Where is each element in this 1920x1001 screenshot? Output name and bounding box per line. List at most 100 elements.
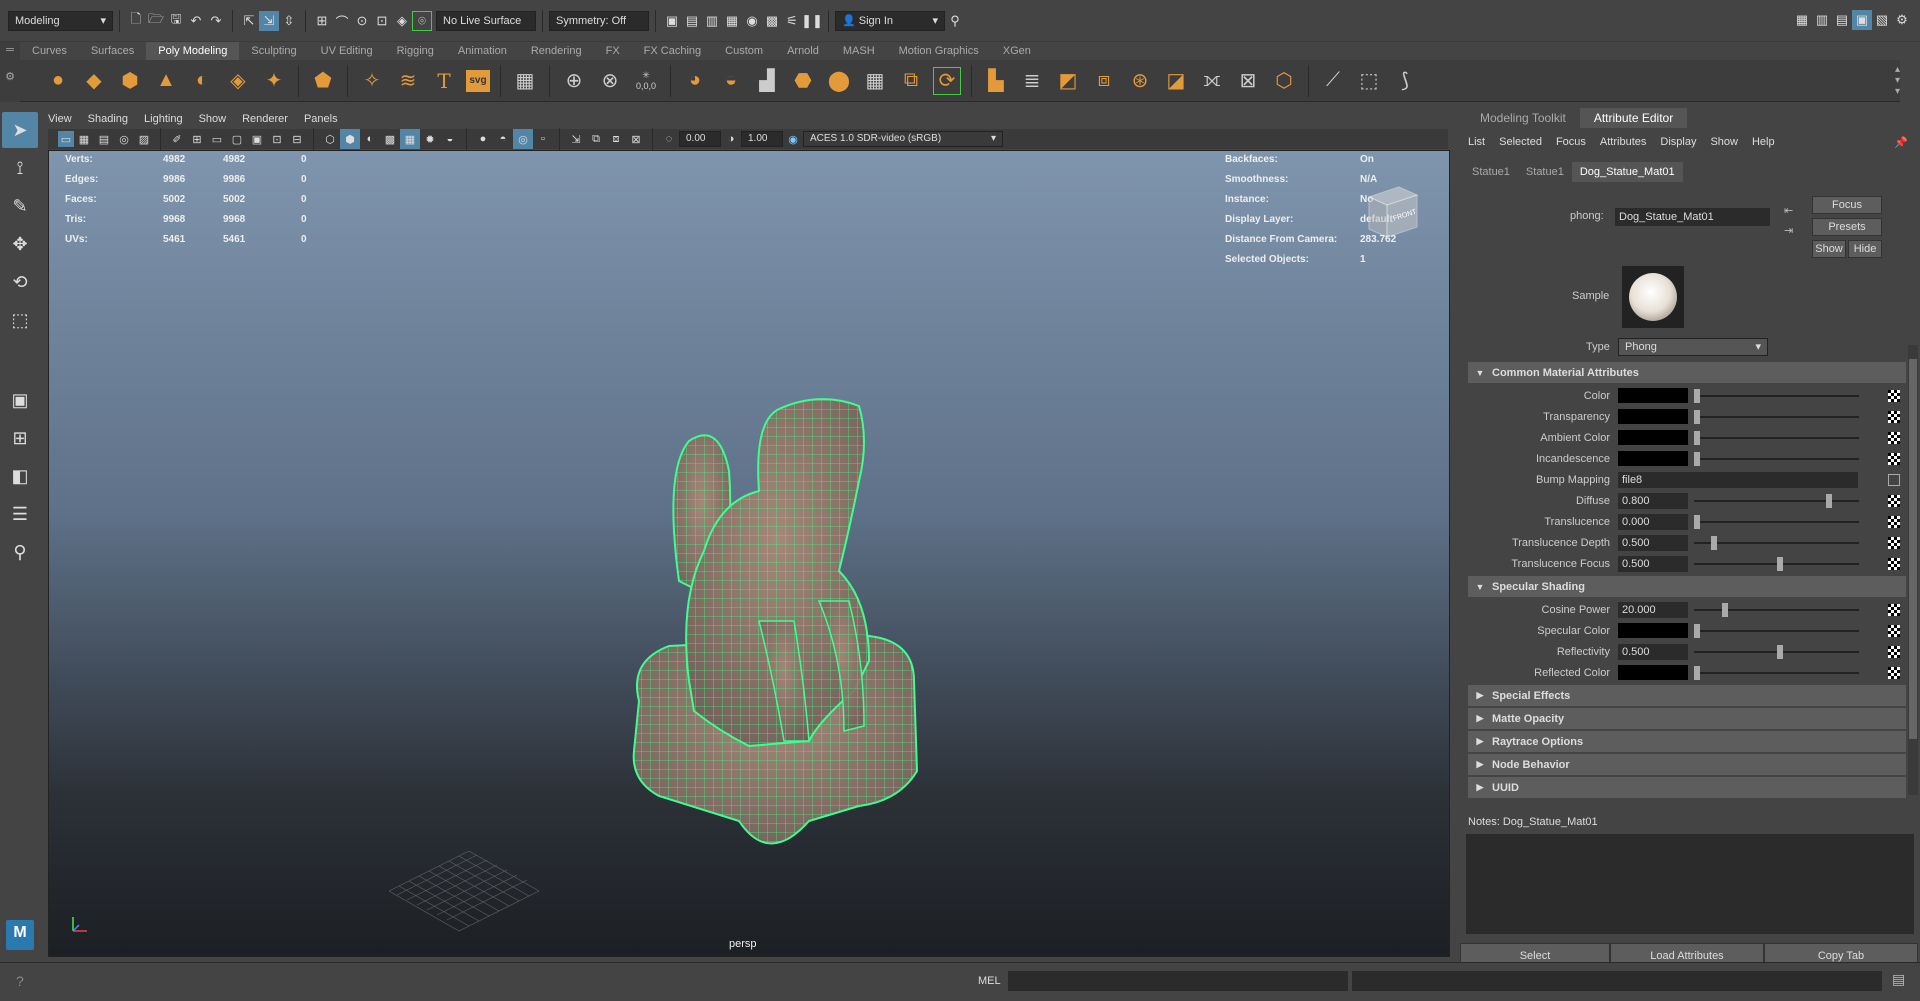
slider-handle[interactable] xyxy=(1694,451,1700,466)
isolate-select-icon[interactable]: ⇲ xyxy=(566,129,586,149)
shelf-tab-sculpting[interactable]: Sculpting xyxy=(239,42,308,60)
script-editor-icon[interactable]: ▤ xyxy=(1892,971,1905,988)
ipr-render-icon[interactable]: ▥ xyxy=(702,11,722,31)
color-swatch[interactable] xyxy=(1618,409,1688,424)
color-swatch[interactable] xyxy=(1618,430,1688,445)
ae-menu-focus[interactable]: Focus xyxy=(1556,136,1586,148)
view-cube[interactable]: FRONT xyxy=(1359,179,1419,239)
shelf-tab-animation[interactable]: Animation xyxy=(446,42,519,60)
extract-icon[interactable]: ▟ xyxy=(753,67,781,95)
attr-slider[interactable] xyxy=(1694,644,1859,659)
combine-icon[interactable]: ◕ xyxy=(681,67,709,95)
attr-slider[interactable] xyxy=(1694,430,1859,445)
node-tab-statue1-transform[interactable]: Statue1 xyxy=(1464,162,1518,182)
toggle-attribute-editor-icon[interactable]: ▣ xyxy=(1852,10,1872,30)
shadows-icon[interactable]: ◒ xyxy=(440,129,460,149)
grid-toggle-icon[interactable]: ⊞ xyxy=(187,129,207,149)
map-texture-icon[interactable] xyxy=(1888,603,1900,616)
attr-slider[interactable] xyxy=(1694,514,1859,529)
render-frame-icon[interactable]: ▤ xyxy=(682,11,702,31)
attr-value-field[interactable]: 20.000 xyxy=(1618,601,1688,618)
workspace-icon[interactable]: ▦ xyxy=(1792,10,1812,30)
connect-icon[interactable]: ⟆ xyxy=(1391,67,1419,95)
tab-modeling-toolkit[interactable]: Modeling Toolkit xyxy=(1466,108,1580,128)
map-texture-icon[interactable] xyxy=(1888,666,1900,679)
ae-menu-show[interactable]: Show xyxy=(1710,136,1738,148)
poly-cone-icon[interactable]: ▲ xyxy=(152,67,180,95)
paint-select-icon[interactable]: ✎ xyxy=(2,188,38,224)
map-texture-icon[interactable] xyxy=(1888,494,1900,507)
xray-components-icon[interactable]: ⊠ xyxy=(626,129,646,149)
separate-icon[interactable]: ◒ xyxy=(717,67,745,95)
platonic-solid-icon[interactable]: ⬟ xyxy=(309,67,337,95)
poly-type-icon[interactable]: T xyxy=(430,67,458,95)
xray-icon[interactable]: ⧉ xyxy=(586,129,606,149)
slider-handle[interactable] xyxy=(1710,535,1717,550)
attr-slider[interactable] xyxy=(1694,535,1859,550)
shelf-scroll-icon[interactable]: ▴ ▾ ▾ xyxy=(1895,64,1900,97)
depth-of-field-icon[interactable]: ▫ xyxy=(533,129,553,149)
select-object-icon[interactable]: ⇲ xyxy=(259,11,279,31)
svg-icon[interactable]: svg xyxy=(466,69,490,92)
undo-icon[interactable]: ↶ xyxy=(186,11,206,31)
color-swatch[interactable] xyxy=(1618,665,1688,680)
two-d-pan-icon[interactable]: ▨ xyxy=(134,129,154,149)
retopology-icon[interactable]: ⟳ xyxy=(933,66,961,95)
snap-grid-icon[interactable]: ⊞ xyxy=(312,11,332,31)
arnold-flush-icon[interactable]: ⚟ xyxy=(782,11,802,31)
bridge-icon[interactable]: ≣ xyxy=(1018,67,1046,95)
magnify-icon[interactable]: ⚲ xyxy=(2,534,38,570)
gamma-icon[interactable]: ◑ xyxy=(721,129,741,149)
live-surface-field[interactable]: No Live Surface xyxy=(436,11,536,31)
multi-cut-icon[interactable]: ⟋ xyxy=(1319,67,1347,95)
single-perspective-icon[interactable]: ▣ xyxy=(2,382,38,418)
slider-handle[interactable] xyxy=(1722,602,1729,617)
slider-handle[interactable] xyxy=(1776,556,1783,571)
expand-arrow-icon[interactable]: ▶ xyxy=(1468,736,1492,747)
target-weld-icon[interactable]: ⬚ xyxy=(1355,67,1383,95)
attr-slider[interactable] xyxy=(1694,556,1859,571)
select-component-icon[interactable]: ⇳ xyxy=(279,11,299,31)
scale-tool-icon[interactable]: ⬚ xyxy=(2,302,38,338)
persp-outliner-icon[interactable]: ◧ xyxy=(2,458,38,494)
map-texture-icon[interactable] xyxy=(1888,515,1900,528)
ae-menu-attributes[interactable]: Attributes xyxy=(1600,136,1646,148)
color-swatch[interactable] xyxy=(1618,451,1688,466)
node-tab-statue1-shape[interactable]: Statue1 xyxy=(1518,162,1572,182)
field-chart-icon[interactable]: ⊡ xyxy=(267,129,287,149)
select-camera-icon[interactable]: ▭ xyxy=(58,131,74,147)
redo-icon[interactable]: ↷ xyxy=(206,11,226,31)
poly-plane-icon[interactable]: ◈ xyxy=(224,67,252,95)
section-matte-opacity[interactable]: ▶ Matte Opacity xyxy=(1468,708,1906,729)
section-raytrace-options[interactable]: ▶ Raytrace Options xyxy=(1468,731,1906,752)
colorspace-dropdown[interactable]: ACES 1.0 SDR-video (sRGB) ▾ xyxy=(803,131,1003,147)
toggle-channel-box-icon[interactable]: ⚙ xyxy=(1892,10,1912,30)
pin-icon[interactable]: 📌 xyxy=(1894,136,1908,149)
ae-menu-selected[interactable]: Selected xyxy=(1499,136,1542,148)
slider-handle[interactable] xyxy=(1694,388,1700,403)
slider-handle[interactable] xyxy=(1694,665,1700,680)
new-scene-icon[interactable]: 🗋 xyxy=(126,11,146,31)
select-hierarchy-icon[interactable]: ⇱ xyxy=(239,11,259,31)
safe-action-icon[interactable]: ⊟ xyxy=(287,129,307,149)
motion-blur-icon[interactable]: ◓ xyxy=(493,129,513,149)
snap-view-icon[interactable]: ⊡ xyxy=(372,11,392,31)
shelf-tab-rendering[interactable]: Rendering xyxy=(519,42,594,60)
ae-menu-list[interactable]: List xyxy=(1468,136,1485,148)
mel-command-input[interactable] xyxy=(1008,971,1348,991)
image-plane-icon[interactable]: ◎ xyxy=(114,129,134,149)
poly-torus-icon[interactable]: ◐ xyxy=(188,67,216,95)
film-gate-icon[interactable]: ▭ xyxy=(207,129,227,149)
viewport-menu-panels[interactable]: Panels xyxy=(304,113,338,125)
sweep-mesh-icon[interactable]: ≋ xyxy=(394,67,422,95)
map-texture-icon[interactable] xyxy=(1888,389,1900,402)
section-special-effects[interactable]: ▶ Special Effects xyxy=(1468,685,1906,706)
lasso-tool-icon[interactable]: ⟟ xyxy=(2,150,38,186)
section-common-material-attributes[interactable]: ▼ Common Material Attributes xyxy=(1468,362,1906,383)
color-swatch[interactable] xyxy=(1618,623,1688,638)
shelf-tab-mash[interactable]: MASH xyxy=(831,42,887,60)
collapse-icon[interactable]: ⟗ xyxy=(1198,67,1226,95)
map-texture-icon[interactable] xyxy=(1888,645,1900,658)
gamma-field[interactable]: 1.00 xyxy=(741,131,783,147)
remesh-icon[interactable]: ▦ xyxy=(861,67,889,95)
